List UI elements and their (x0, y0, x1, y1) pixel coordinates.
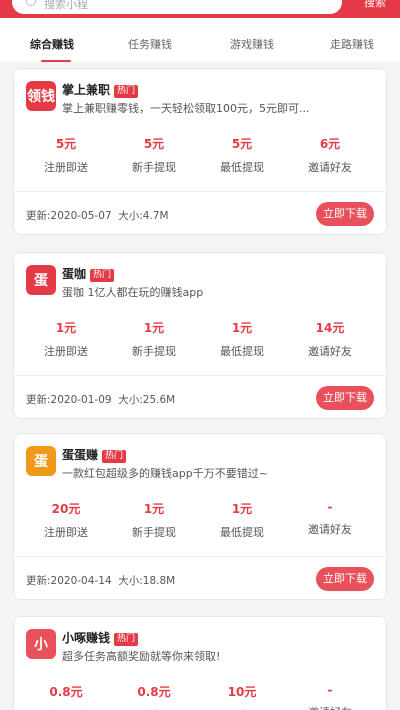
app-size: 大小:4.7M (118, 210, 169, 222)
stat-invite: 6元 邀请好友 (308, 137, 352, 174)
app-card[interactable]: 蛋 蛋蛋赚 热门 一款红包超级多的赚钱app千万不要错过~ 20元 注册即送 1元新… (13, 433, 387, 600)
stat-min: 1元 最低提现 (220, 502, 264, 539)
app-meta: 更新:2020-04-14 大小:18.8M (26, 573, 175, 588)
hot-badge: 热门 (114, 633, 139, 646)
tab-comprehensive[interactable]: 综合赚钱 (30, 36, 74, 52)
app-name: 蛋蛋赚 (62, 448, 99, 462)
stat-min: 5元 最低提现 (220, 137, 264, 174)
update-date: 更新:2020-05-07 (26, 210, 112, 222)
stat-newbie: 5元 新手提现 (132, 137, 176, 174)
app-name-row: 蛋咖 热门 (62, 265, 115, 282)
tab-game[interactable]: 游戏赚钱 (230, 36, 274, 52)
update-date: 更新:2020-01-09 (26, 394, 112, 406)
app-meta: 更新:2020-05-07 大小:4.7M (26, 208, 169, 223)
stat-newbie: 1元 新手提现 (132, 502, 176, 539)
app-meta: 更新:2020-01-09 大小:25.6M (26, 392, 175, 407)
stat-register: 1元 注册即送 (44, 321, 88, 358)
app-name-row: 蛋蛋赚 热门 (62, 446, 127, 463)
tab-walk[interactable]: 走路赚钱 (330, 36, 374, 52)
app-icon: 蛋 (26, 265, 56, 295)
hot-badge: 热门 (90, 269, 115, 282)
app-size: 大小:25.6M (118, 394, 176, 406)
category-tabs: 综合赚钱 任务赚钱 游戏赚钱 走路赚钱 (0, 18, 400, 62)
stat-invite: 14元 邀请好友 (308, 321, 352, 358)
tab-task[interactable]: 任务赚钱 (128, 36, 172, 52)
app-icon: 小 (26, 629, 56, 659)
app-description: 超多任务高额奖励就等你来领取! (62, 650, 221, 663)
hot-badge: 热门 (102, 450, 127, 463)
search-placeholder: 搜索小程 (44, 0, 88, 11)
stat-register: 20元 注册即送 (44, 502, 88, 539)
download-button[interactable]: 立即下载 (316, 567, 374, 591)
download-button[interactable]: 立即下载 (316, 386, 374, 410)
stat-invite: -邀请好友 (308, 683, 352, 710)
app-name: 掌上兼职 (62, 83, 111, 97)
stat-newbie: 1元 新手提现 (132, 321, 176, 358)
app-card[interactable]: 小 小啄赚钱热门 超多任务高额奖励就等你来领取! 0.8元注册即送 0.8元新手… (13, 616, 387, 710)
stat-register: 0.8元注册即送 (44, 685, 88, 710)
app-icon: 领钱 (26, 81, 56, 111)
divider (14, 556, 386, 557)
update-date: 更新:2020-04-14 (26, 575, 112, 587)
app-icon: 蛋 (26, 446, 56, 476)
download-button[interactable]: 立即下载 (316, 202, 374, 226)
app-card[interactable]: 蛋 蛋咖 热门 蛋咖 1亿人都在玩的赚钱app 1元 注册即送 1元 新手提现 1元最… (13, 252, 387, 419)
divider (14, 191, 386, 192)
app-description: 一款红包超级多的赚钱app千万不要错过~ (62, 467, 268, 480)
app-description: 蛋咖 1亿人都在玩的赚钱app (62, 286, 204, 299)
app-name-row: 掌上兼职 热门 (62, 81, 139, 98)
stat-newbie: 0.8元新手提现 (132, 685, 176, 710)
search-icon (26, 0, 36, 6)
app-name: 小啄赚钱 (62, 631, 111, 645)
active-tab-indicator (41, 60, 71, 62)
top-bar: 搜索小程 搜索 (0, 0, 400, 18)
app-description: 掌上兼职赚零钱，一天轻松领取100元，5元即可... (62, 102, 310, 115)
stat-register: 5元 注册即送 (44, 137, 88, 174)
stat-invite: -邀请好友 (308, 500, 352, 536)
app-name: 蛋咖 (62, 267, 87, 281)
divider (14, 375, 386, 376)
app-name-row: 小啄赚钱 热门 (62, 629, 139, 646)
hot-badge: 热门 (114, 85, 139, 98)
search-button[interactable]: 搜索 (364, 0, 386, 8)
app-size: 大小:18.8M (118, 575, 176, 587)
search-input[interactable]: 搜索小程 (12, 0, 342, 14)
stat-min: 1元 最低提现 (220, 321, 264, 358)
stat-min: 10元最低提现 (220, 685, 264, 710)
app-card[interactable]: 领钱 掌上兼职 热门 掌上兼职赚零钱，一天轻松领取100元，5元即可... 5元注… (13, 68, 387, 235)
